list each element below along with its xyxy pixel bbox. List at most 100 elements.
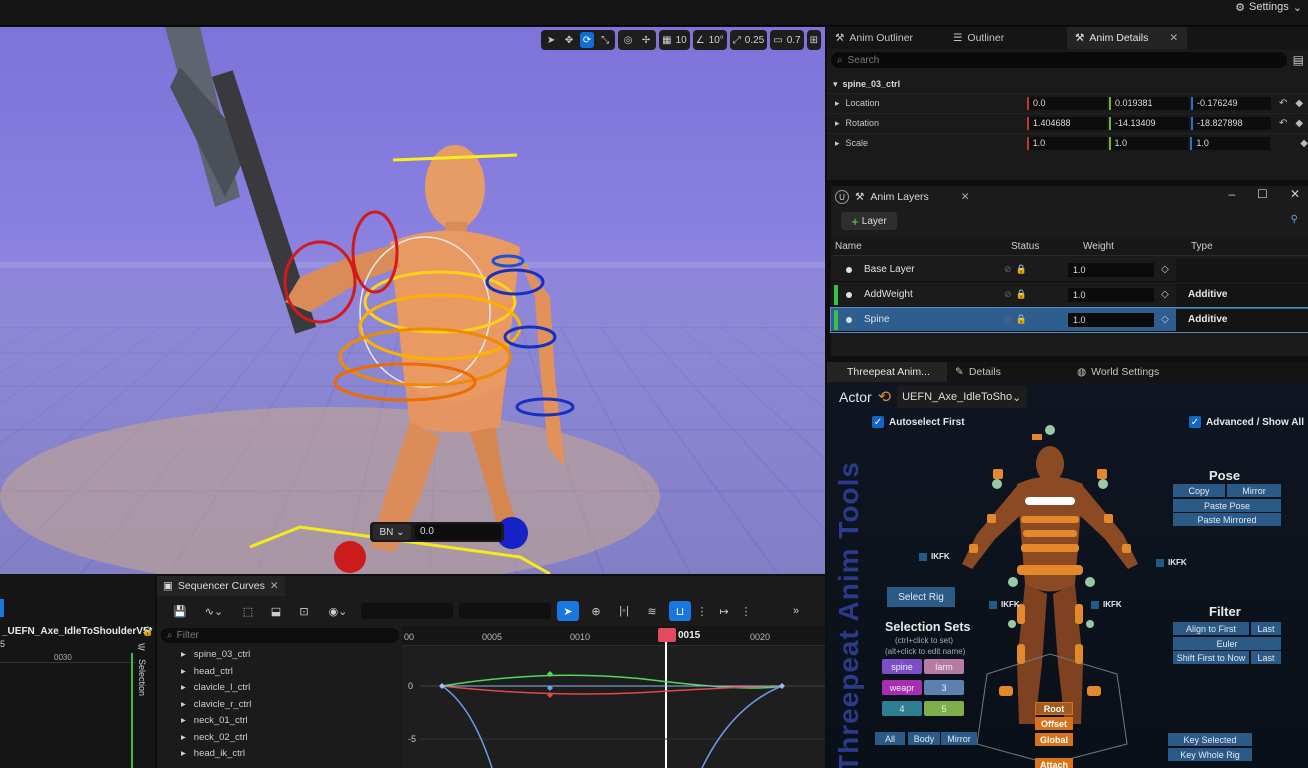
- root-control[interactable]: Root: [1035, 702, 1073, 715]
- tab-threepeat[interactable]: Threepeat Anim...: [827, 362, 947, 382]
- camera-speed[interactable]: ▭ 0.7: [770, 30, 803, 50]
- retime-tool-icon[interactable]: |◦|: [613, 601, 635, 621]
- mirror-pose-button[interactable]: Mirror: [1227, 484, 1281, 497]
- expand-arrow-icon[interactable]: ▸: [835, 118, 840, 129]
- selection-set-4[interactable]: 4: [882, 701, 922, 716]
- key-icon[interactable]: ◆: [1295, 118, 1303, 129]
- layer-type[interactable]: Additive: [1176, 284, 1308, 306]
- paste-mirrored-button[interactable]: Paste Mirrored: [1173, 513, 1281, 526]
- world-coordinates-icon[interactable]: ◎: [621, 32, 635, 48]
- select-all-button[interactable]: All: [875, 732, 905, 745]
- location-y-input[interactable]: 0.019381: [1109, 97, 1189, 110]
- close-window-icon[interactable]: ✕: [1290, 187, 1300, 201]
- key-whole-rig-button[interactable]: Key Whole Rig: [1168, 748, 1252, 761]
- location-x-input[interactable]: 0.0: [1027, 97, 1107, 110]
- angle-snap[interactable]: ∠ 10°: [693, 30, 727, 50]
- add-layer-button[interactable]: + Layer: [841, 212, 897, 230]
- weight-key-icon[interactable]: ◇: [1154, 264, 1176, 275]
- more-options-icon[interactable]: ⋮: [697, 601, 707, 621]
- expand-toolbar-icon[interactable]: »: [785, 601, 807, 621]
- tab-outliner[interactable]: ☰ Outliner: [945, 27, 1067, 49]
- details-search-input[interactable]: ⌕ Search: [831, 52, 1287, 68]
- weight-key-icon[interactable]: ◇: [1154, 314, 1176, 325]
- tab-anim-details[interactable]: ⚒ Anim Details ✕: [1067, 27, 1187, 49]
- flatten-icon[interactable]: ⬓: [265, 601, 287, 621]
- curve-graph[interactable]: 00 0005 0010 0020 0015 0 -5: [402, 626, 825, 768]
- frame-selection-icon[interactable]: ⊡: [293, 601, 315, 621]
- euler-filter-button[interactable]: Euler: [1173, 637, 1281, 650]
- layer-status-icons[interactable]: ⊘🔒: [1004, 314, 1068, 325]
- close-tab-icon[interactable]: ✕: [961, 191, 970, 203]
- ikfk-right-arm[interactable]: IKFK: [1156, 558, 1187, 567]
- expand-arrow-icon[interactable]: ▸: [835, 138, 840, 149]
- layer-status-icons[interactable]: ⊘🔒: [1004, 289, 1068, 300]
- global-control[interactable]: Global: [1035, 733, 1073, 746]
- bn-value-input[interactable]: 0.0: [415, 524, 501, 540]
- tab-details[interactable]: ✎ Details: [947, 362, 1069, 382]
- tree-item[interactable]: ▸ spine_03_ctrl: [181, 649, 250, 660]
- paste-pose-button[interactable]: Paste Pose: [1173, 499, 1281, 512]
- save-icon[interactable]: 💾: [169, 601, 191, 621]
- more-options-icon[interactable]: ⋮: [741, 601, 751, 621]
- location-z-input[interactable]: -0.176249: [1191, 97, 1271, 110]
- tab-sequencer-curves[interactable]: ▣ Sequencer Curves ✕: [157, 576, 285, 596]
- filter-sliders-icon[interactable]: ⚟: [137, 641, 147, 654]
- key-value-input[interactable]: [459, 603, 551, 619]
- key-selected-button[interactable]: Key Selected: [1168, 733, 1252, 746]
- view-options-icon[interactable]: ▤: [1293, 53, 1304, 67]
- selection-side-tab[interactable]: Selection: [137, 659, 147, 696]
- attach-control[interactable]: Attach: [1035, 758, 1073, 768]
- key-time-input[interactable]: [361, 603, 453, 619]
- scale-tool-icon[interactable]: ⤡: [598, 32, 612, 48]
- key-icon[interactable]: ◆: [1300, 138, 1308, 149]
- settings-button[interactable]: ⚙ Settings ⌄: [1235, 0, 1302, 14]
- layer-weight-input[interactable]: 1.0: [1068, 313, 1154, 327]
- ikfk-left-arm[interactable]: IKFK: [919, 552, 950, 561]
- selection-set-3[interactable]: 3: [924, 680, 964, 695]
- view-options-dropdown[interactable]: ◉⌄: [321, 601, 355, 621]
- select-rig-button[interactable]: Select Rig: [887, 587, 955, 607]
- weight-key-icon[interactable]: ◇: [1154, 289, 1176, 300]
- layer-row-base[interactable]: Base Layer ⊘🔒 1.0 ◇: [831, 258, 1308, 282]
- layer-status-icons[interactable]: ⊘🔒: [1004, 264, 1068, 275]
- shift-first-to-now-button[interactable]: Shift First to Now: [1173, 651, 1249, 664]
- lock-icon[interactable]: 🔒: [142, 626, 153, 637]
- rotate-tool-icon[interactable]: ⟳: [580, 32, 594, 48]
- select-tool-icon[interactable]: ➤: [544, 32, 558, 48]
- sequence-name[interactable]: _UEFN_Axe_IdleToShoulderV5*: [2, 626, 152, 637]
- surface-snap-icon[interactable]: ✢: [639, 32, 653, 48]
- selection-set-weapr[interactable]: weapr: [882, 680, 922, 695]
- layer-weight-input[interactable]: 1.0: [1068, 263, 1154, 277]
- rotation-y-input[interactable]: -14.13409: [1109, 117, 1189, 130]
- expand-arrow-icon[interactable]: ▸: [835, 98, 840, 109]
- selection-set-larm[interactable]: larm: [924, 659, 964, 674]
- layer-options-icon[interactable]: ⚲: [1291, 214, 1298, 225]
- scale-z-input[interactable]: 1.0: [1190, 137, 1270, 150]
- refresh-icon[interactable]: ⟲: [878, 387, 891, 407]
- playhead-marker[interactable]: [658, 628, 676, 642]
- tree-item[interactable]: ▸ clavicle_r_ctrl: [181, 699, 251, 710]
- advanced-show-all-checkbox[interactable]: ✓ Advanced / Show All: [1189, 416, 1304, 428]
- close-tab-icon[interactable]: ✕: [1169, 32, 1178, 44]
- key-icon[interactable]: ◆: [1295, 98, 1303, 109]
- multi-scale-icon[interactable]: ≋: [641, 601, 663, 621]
- tree-item[interactable]: ▸ neck_01_ctrl: [181, 715, 248, 726]
- selection-set-5[interactable]: 5: [924, 701, 964, 716]
- minimize-icon[interactable]: –: [1228, 187, 1235, 201]
- reset-icon[interactable]: ↶: [1279, 118, 1287, 129]
- align-to-first-button[interactable]: Align to First: [1173, 622, 1249, 635]
- transform-tool-icon[interactable]: ⊕: [585, 601, 607, 621]
- selection-set-spine[interactable]: spine: [882, 659, 922, 674]
- select-keys-icon[interactable]: ⬚: [237, 601, 259, 621]
- shift-last-to-now-button[interactable]: Last: [1251, 651, 1281, 664]
- align-to-last-button[interactable]: Last: [1251, 622, 1281, 635]
- tab-world-settings[interactable]: ◍ World Settings: [1069, 362, 1209, 382]
- curve-filter-input[interactable]: ⌕ Filter: [161, 628, 399, 643]
- layer-type[interactable]: [1176, 259, 1308, 281]
- select-body-button[interactable]: Body: [908, 732, 940, 745]
- copy-pose-button[interactable]: Copy: [1173, 484, 1225, 497]
- close-tab-icon[interactable]: ✕: [270, 580, 279, 592]
- layer-row-spine[interactable]: Spine ⊘🔒 1.0 ◇ Additive: [831, 308, 1308, 332]
- tree-item[interactable]: ▸ head_ik_ctrl: [181, 748, 245, 759]
- layer-weight-input[interactable]: 1.0: [1068, 288, 1154, 302]
